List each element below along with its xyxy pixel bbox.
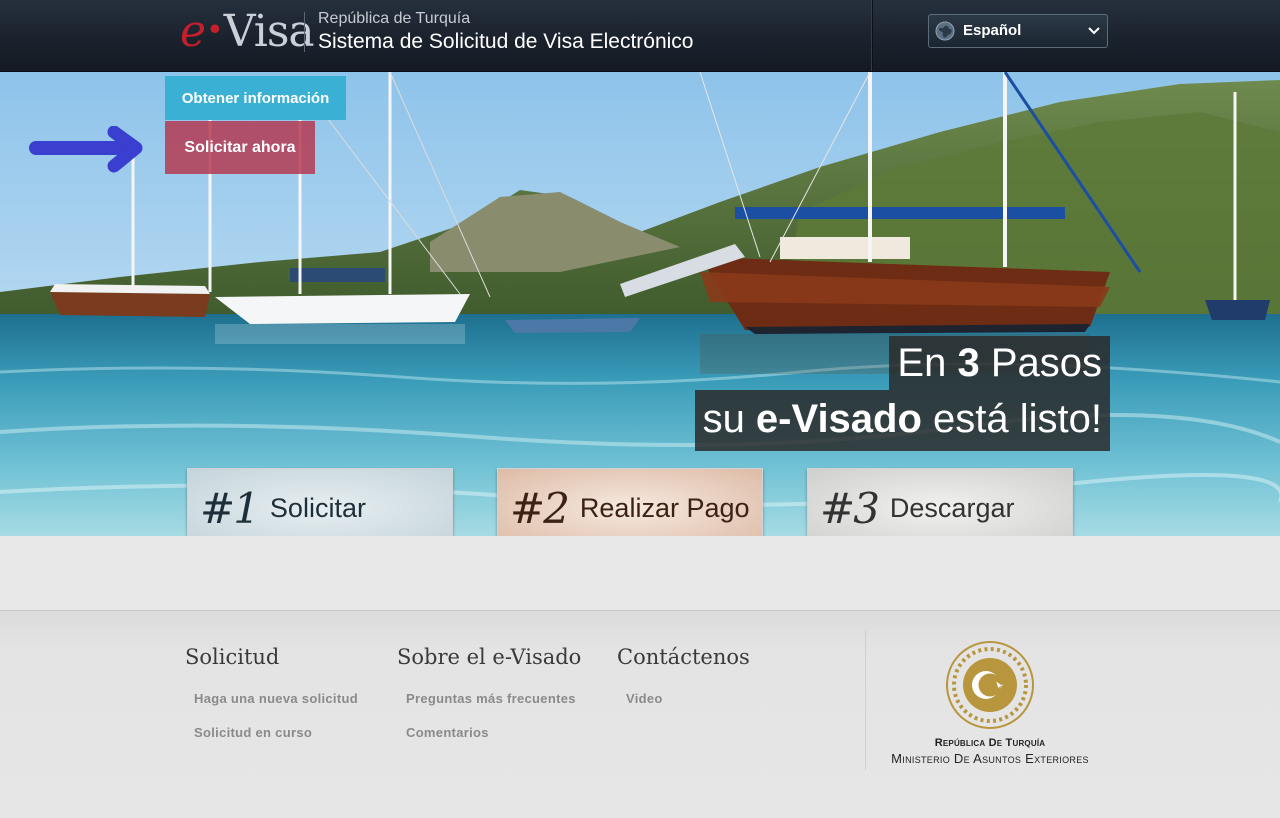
step-number: #3 [820, 483, 880, 533]
step-label: Solicitar [269, 492, 366, 523]
step-label: Descargar [889, 492, 1015, 523]
header-divider [871, 0, 872, 71]
footer-heading-about: Sobre el e-Visado [397, 645, 582, 669]
footer-link-faq[interactable]: Preguntas más frecuentes [406, 691, 576, 706]
footer-link-new-application[interactable]: Haga una nueva solicitud [194, 691, 358, 706]
logo-separator [304, 12, 305, 52]
arrow-right-icon [29, 126, 143, 173]
hero-tagline-line2: su e-Visado está listo! [694, 390, 1110, 451]
footer-link-video[interactable]: Video [626, 691, 663, 706]
footer-link-ongoing-application[interactable]: Solicitud en curso [194, 725, 312, 740]
header-country: República de Turquía [318, 10, 471, 27]
footer-heading-application: Solicitud [185, 645, 280, 669]
evisa-logo[interactable]: e•Visa [180, 6, 315, 58]
footer-link-comments[interactable]: Comentarios [406, 725, 489, 740]
language-select[interactable]: Español [928, 14, 1108, 48]
globe-icon [935, 21, 955, 41]
language-label: Español [963, 22, 1022, 39]
content-band [0, 536, 1280, 611]
footer-heading-contact: Contáctenos [617, 645, 750, 669]
get-information-tab[interactable]: Obtener información [165, 76, 346, 120]
footer-ministry: Ministerio De Asuntos Exteriores [891, 751, 1089, 766]
header-title: Sistema de Solicitud de Visa Electrónico [318, 30, 694, 53]
site-footer [0, 611, 1280, 818]
step-number: #1 [200, 483, 260, 533]
apply-now-tab[interactable]: Solicitar ahora [165, 121, 315, 174]
footer-republic: República De Turquía [934, 737, 1046, 749]
turkish-seal-icon [946, 641, 1034, 729]
hero-tagline-line1: En 3 Pasos [889, 336, 1110, 390]
site-header: e•Visa República de Turquía Sistema de S… [0, 0, 1280, 72]
footer-divider [865, 630, 866, 770]
step-number: #2 [510, 483, 570, 533]
chevron-down-icon [1088, 27, 1100, 35]
step-label: Realizar Pago [579, 492, 750, 523]
